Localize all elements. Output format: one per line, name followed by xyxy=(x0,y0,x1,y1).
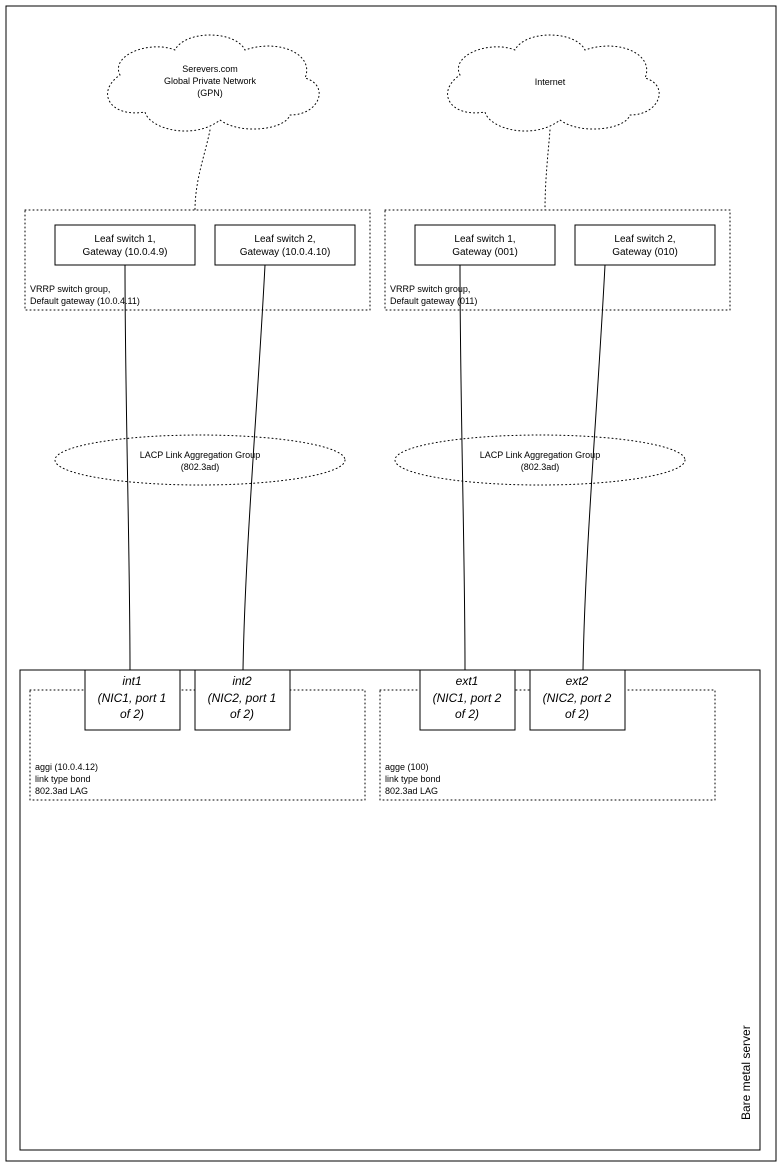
leaf-switch-1-right: Leaf switch 1, Gateway (001) xyxy=(415,225,555,265)
ext1-d1: (NIC1, port 2 xyxy=(433,691,502,705)
cloud-gpn-line1: Serevers.com xyxy=(182,64,238,74)
outer-frame xyxy=(6,6,776,1161)
aggi-l1: aggi (10.0.4.12) xyxy=(35,762,98,772)
aggi-l2: link type bond xyxy=(35,774,91,784)
ext1-name: ext1 xyxy=(456,674,479,688)
lacp-left: LACP Link Aggregation Group (802.3ad) xyxy=(55,435,345,485)
ext2-name: ext2 xyxy=(566,674,589,688)
ext1-d2: of 2) xyxy=(455,707,479,721)
nic-int2: int2 (NIC2, port 1 of 2) xyxy=(195,670,290,730)
nic-ext2: ext2 (NIC2, port 2 of 2) xyxy=(530,670,625,730)
tail-right xyxy=(545,130,550,210)
vrrp-group-right: VRRP switch group, Default gateway (011)… xyxy=(385,210,730,310)
int2-d2: of 2) xyxy=(230,707,254,721)
ls2l-l2: Gateway (10.0.4.10) xyxy=(240,247,331,258)
int1-d2: of 2) xyxy=(120,707,144,721)
nic-ext1: ext1 (NIC1, port 2 of 2) xyxy=(420,670,515,730)
ls2r-l1: Leaf switch 2, xyxy=(614,234,675,245)
nic-int1: int1 (NIC1, port 1 of 2) xyxy=(85,670,180,730)
agge-l2: link type bond xyxy=(385,774,441,784)
ls2r-l2: Gateway (010) xyxy=(612,247,678,258)
vrrp-group-left: VRRP switch group, Default gateway (10.0… xyxy=(25,210,370,310)
leaf-switch-2-left: Leaf switch 2, Gateway (10.0.4.10) xyxy=(215,225,355,265)
leaf-switch-2-right: Leaf switch 2, Gateway (010) xyxy=(575,225,715,265)
server-label: Bare metal server xyxy=(739,1025,753,1120)
tail-left xyxy=(195,130,210,210)
agge-l1: agge (100) xyxy=(385,762,429,772)
cloud-gpn: Serevers.com Global Private Network (GPN… xyxy=(108,35,320,131)
int2-d1: (NIC2, port 1 xyxy=(208,691,277,705)
cloud-gpn-line3: (GPN) xyxy=(197,88,223,98)
lacp-right: LACP Link Aggregation Group (802.3ad) xyxy=(395,435,685,485)
ls2l-l1: Leaf switch 2, xyxy=(254,234,315,245)
cloud-internet-line1: Internet xyxy=(535,77,566,87)
lacp-l-l1: LACP Link Aggregation Group xyxy=(140,450,260,460)
ls1r-l2: Gateway (001) xyxy=(452,247,518,258)
link-int1 xyxy=(125,265,130,670)
agge-l3: 802.3ad LAG xyxy=(385,786,438,796)
lacp-r-l1: LACP Link Aggregation Group xyxy=(480,450,600,460)
lacp-r-l2: (802.3ad) xyxy=(521,462,560,472)
bare-metal-server xyxy=(20,670,760,1150)
leaf-switch-1-left: Leaf switch 1, Gateway (10.0.4.9) xyxy=(55,225,195,265)
ext2-d1: (NIC2, port 2 xyxy=(543,691,612,705)
link-int2 xyxy=(243,265,265,670)
aggi-l3: 802.3ad LAG xyxy=(35,786,88,796)
vrrp-left-line2: Default gateway (10.0.4.11) xyxy=(30,296,140,306)
int1-d1: (NIC1, port 1 xyxy=(98,691,167,705)
link-ext1 xyxy=(460,265,465,670)
cloud-internet: Internet xyxy=(448,35,660,131)
ls1l-l1: Leaf switch 1, xyxy=(94,234,155,245)
diagram-canvas: Serevers.com Global Private Network (GPN… xyxy=(0,0,782,1167)
int1-name: int1 xyxy=(122,674,141,688)
int2-name: int2 xyxy=(232,674,252,688)
link-ext2 xyxy=(583,265,605,670)
ls1l-l2: Gateway (10.0.4.9) xyxy=(82,247,167,258)
ext2-d2: of 2) xyxy=(565,707,589,721)
vrrp-right-line2: Default gateway (011) xyxy=(390,296,477,306)
vrrp-right-line1: VRRP switch group, xyxy=(390,284,470,294)
vrrp-left-line1: VRRP switch group, xyxy=(30,284,110,294)
ls1r-l1: Leaf switch 1, xyxy=(454,234,515,245)
cloud-gpn-line2: Global Private Network xyxy=(164,76,257,86)
lacp-l-l2: (802.3ad) xyxy=(181,462,220,472)
